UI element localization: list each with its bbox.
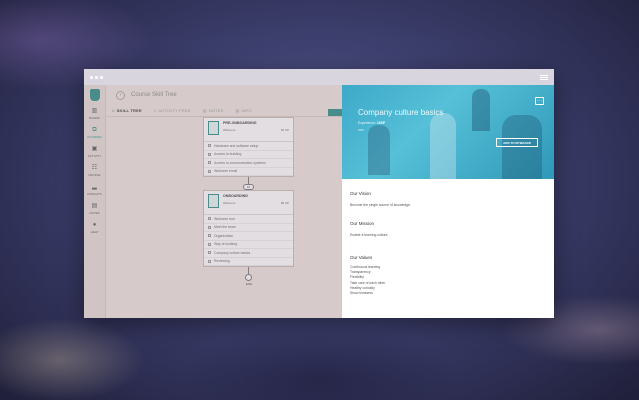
- experience-line: Experience: 10XP: [358, 121, 385, 125]
- xp-value: XP0: [358, 128, 364, 132]
- more-options-button[interactable]: ···: [535, 97, 544, 105]
- list-item: Show kindness: [350, 291, 373, 296]
- hero-image: Company culture basics Experience: 10XP …: [342, 85, 554, 179]
- mission-text: Enable a learning culture.: [350, 233, 389, 237]
- window-controls[interactable]: [90, 75, 103, 79]
- panel-body: Our Vision Become the single source of k…: [342, 179, 554, 303]
- panel-title: Company culture basics: [358, 108, 444, 117]
- experience-label: Experience:: [358, 121, 376, 125]
- app-window: ▥ BOARD ⧉ COURSES ▣ ACTIVITY ☷ PEOPLE ▂: [84, 69, 554, 318]
- detail-panel: Company culture basics Experience: 10XP …: [342, 85, 554, 318]
- values-list: Continuous learning Transparency Flexibi…: [350, 265, 546, 296]
- menu-icon[interactable]: [540, 74, 548, 80]
- values-heading: Our Values: [350, 255, 373, 260]
- modal-overlay[interactable]: [84, 85, 342, 318]
- skill-tree-pane: ▥ BOARD ⧉ COURSES ▣ ACTIVITY ☷ PEOPLE ▂: [84, 85, 342, 318]
- mission-heading: Our Mission: [350, 221, 375, 226]
- experience-value: 10XP: [376, 121, 386, 125]
- title-bar: [84, 69, 554, 85]
- vision-text: Become the single source of knowledge.: [350, 203, 411, 207]
- vision-heading: Our Vision: [350, 191, 371, 196]
- add-to-myboard-button[interactable]: ADD TO MYBOARD: [496, 138, 538, 147]
